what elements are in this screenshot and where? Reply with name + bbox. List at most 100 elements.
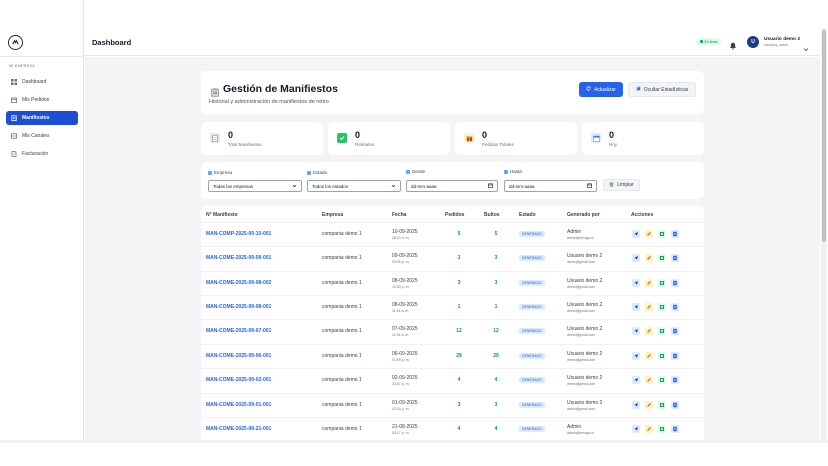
- pdf-icon[interactable]: [671, 352, 679, 360]
- company-cell: compania demo 1: [322, 255, 362, 261]
- excel-icon[interactable]: [658, 279, 666, 287]
- packages-count: 1: [494, 304, 498, 310]
- generated-by-name: Usuario demo 2: [567, 302, 603, 308]
- bell-icon[interactable]: [729, 37, 737, 50]
- manifest-id-link[interactable]: MAN-COME-2025-09-08-002: [206, 280, 271, 286]
- pdf-icon[interactable]: [671, 230, 679, 238]
- manifest-id-link[interactable]: MAN-COME-2025-09-02-001: [206, 377, 271, 383]
- manifest-id-link[interactable]: MAN-COME-2025-08-21-001: [206, 426, 271, 432]
- pdf-icon[interactable]: [671, 401, 679, 409]
- status-icon: [307, 170, 311, 175]
- excel-icon[interactable]: [658, 376, 666, 384]
- send-icon[interactable]: [632, 230, 640, 238]
- orders-count: 4: [457, 426, 461, 432]
- manifest-id-link[interactable]: MAN-COME-2025-09-09-001: [206, 255, 271, 261]
- edit-icon[interactable]: [645, 425, 653, 433]
- page-title: Dashboard: [92, 38, 132, 47]
- refresh-button[interactable]: Actualizar: [579, 82, 623, 97]
- generated-by-email: demo@gmail.com: [567, 285, 596, 289]
- pdf-icon[interactable]: [671, 425, 679, 433]
- excel-icon[interactable]: [658, 327, 666, 335]
- send-icon[interactable]: [632, 352, 640, 360]
- horizontal-scrollbar[interactable]: [0, 440, 828, 443]
- send-icon[interactable]: [632, 303, 640, 311]
- send-icon[interactable]: [632, 376, 640, 384]
- stat-label: Hoy: [609, 142, 618, 147]
- packages-count: 4: [494, 426, 498, 432]
- scrollbar-thumb[interactable]: [822, 30, 826, 242]
- status-badge: GENERADO: [519, 353, 545, 359]
- empresa-select[interactable]: Todas las empresas: [208, 180, 302, 192]
- manifest-id-link[interactable]: MAN-COME-2025-09-06-001: [206, 353, 271, 359]
- clipboard-icon: [11, 115, 17, 121]
- column-header: Bultos: [484, 212, 500, 218]
- chevron-down-icon[interactable]: [803, 39, 809, 52]
- avatar[interactable]: U: [747, 36, 759, 48]
- sidebar-item-mis-pedidos[interactable]: Mis Pedidos: [6, 93, 78, 107]
- stat-card-total: 0 Total Manifiestos: [201, 122, 323, 155]
- send-icon[interactable]: [632, 279, 640, 287]
- generated-by-name: Usuario demo 2: [567, 351, 603, 357]
- manifest-id-link[interactable]: MAN-COME-2025-09-07-001: [206, 328, 271, 334]
- company-cell: compania demo 1: [322, 231, 362, 237]
- edit-icon[interactable]: [645, 327, 653, 335]
- excel-icon[interactable]: [658, 303, 666, 311]
- pdf-icon[interactable]: [671, 376, 679, 384]
- date-cell: 21-08-2025: [392, 424, 418, 430]
- online-label: En línea: [704, 39, 718, 44]
- time-cell: 10:53 p. m.: [392, 285, 410, 289]
- manifest-id-link[interactable]: MAN-COME-2025-09-08-001: [206, 304, 271, 310]
- package-icon: [464, 133, 474, 143]
- packages-count: 12: [493, 328, 499, 334]
- edit-icon[interactable]: [645, 279, 653, 287]
- send-icon[interactable]: [632, 401, 640, 409]
- excel-icon[interactable]: [658, 254, 666, 262]
- sidebar-item-dashboard[interactable]: Dashboard: [6, 75, 78, 89]
- trash-icon: [609, 182, 614, 189]
- send-icon[interactable]: [632, 425, 640, 433]
- excel-icon[interactable]: [658, 352, 666, 360]
- pdf-icon[interactable]: [671, 303, 679, 311]
- desde-placeholder: dd-mm-aaaa: [411, 183, 437, 189]
- empresa-filter-label: Empresa: [208, 170, 232, 175]
- orders-count: 29: [456, 353, 462, 359]
- edit-icon[interactable]: [645, 230, 653, 238]
- time-cell: 01:59 p. m.: [392, 358, 410, 362]
- logo-icon[interactable]: [8, 35, 23, 50]
- sidebar-item-mis-canales[interactable]: Mis Canales: [6, 129, 78, 143]
- calendar-icon[interactable]: [488, 183, 493, 189]
- packages-count: 3: [494, 255, 498, 261]
- manifest-id-link[interactable]: MAN-COME-2025-09-01-001: [206, 402, 271, 408]
- send-icon[interactable]: [632, 327, 640, 335]
- edit-icon[interactable]: [645, 303, 653, 311]
- edit-icon[interactable]: [645, 376, 653, 384]
- clear-filters-button[interactable]: Limpiar: [603, 179, 640, 191]
- hide-stats-button[interactable]: Ocultar Estadísticas: [628, 82, 696, 97]
- time-cell: 08:10 a. m.: [392, 236, 410, 240]
- company-cell: compania demo 1: [322, 402, 362, 408]
- generated-by-email: demo@gmail.com: [567, 260, 596, 264]
- pdf-icon[interactable]: [671, 279, 679, 287]
- pdf-icon[interactable]: [671, 327, 679, 335]
- edit-icon[interactable]: [645, 401, 653, 409]
- estado-select[interactable]: Todos los estados: [307, 180, 401, 192]
- refresh-label: Actualizar: [594, 86, 616, 93]
- manifest-id-link[interactable]: MAN-COMP-2025-09-10-001: [206, 231, 271, 237]
- excel-icon[interactable]: [658, 401, 666, 409]
- send-icon[interactable]: [632, 254, 640, 262]
- desde-date-input[interactable]: dd-mm-aaaa: [406, 180, 498, 192]
- refresh-icon: [586, 86, 591, 93]
- excel-icon[interactable]: [658, 230, 666, 238]
- top-bar: Dashboard En línea U Usuario demo 2 comp…: [84, 28, 820, 56]
- edit-icon[interactable]: [645, 254, 653, 262]
- pdf-icon[interactable]: [671, 254, 679, 262]
- edit-icon[interactable]: [645, 352, 653, 360]
- sidebar-item-manifiestos[interactable]: Manifiestos: [6, 111, 78, 125]
- excel-icon[interactable]: [658, 425, 666, 433]
- sidebar-item-label: Facturación: [22, 151, 49, 157]
- user-name[interactable]: Usuario demo 2: [764, 37, 800, 42]
- sidebar-item-facturacion[interactable]: Facturación: [6, 147, 78, 161]
- calendar-icon[interactable]: [587, 183, 592, 189]
- hasta-date-input[interactable]: dd-mm-aaaa: [504, 180, 597, 192]
- chart-icon: [636, 86, 641, 93]
